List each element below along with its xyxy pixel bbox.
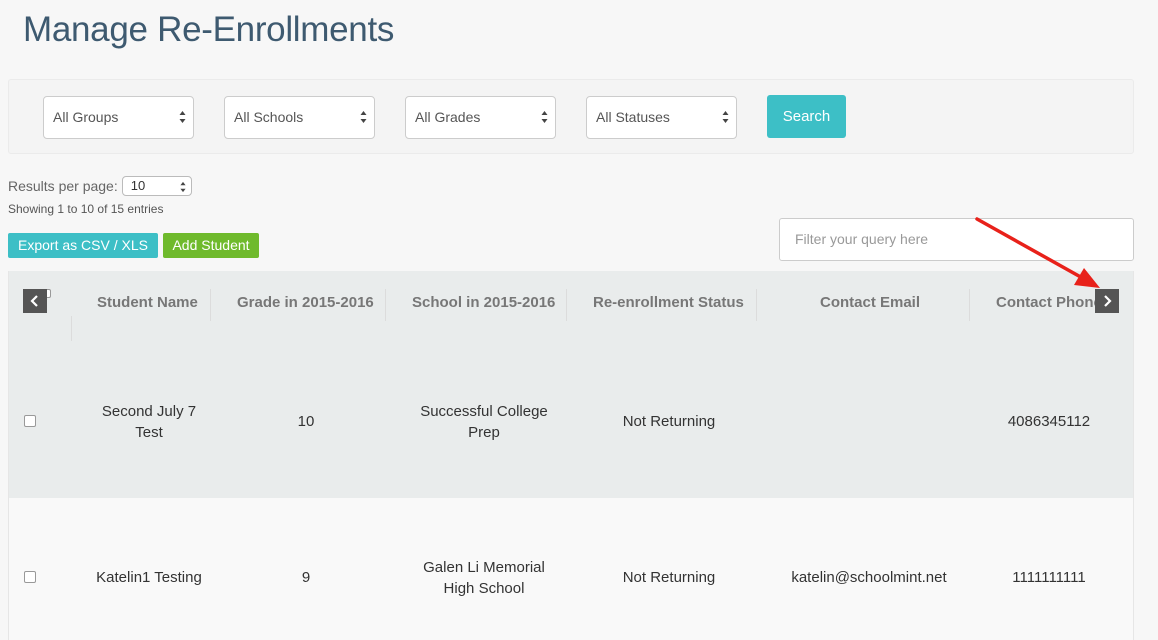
column-divider xyxy=(71,316,72,342)
filter-query-input[interactable]: Filter your query here xyxy=(779,218,1134,261)
column-divider xyxy=(756,289,757,321)
column-divider xyxy=(969,289,970,321)
add-student-button[interactable]: Add Student xyxy=(163,233,259,258)
student-name-cell: Second July 7 Test xyxy=(79,401,219,443)
statuses-select[interactable]: All Statuses xyxy=(586,96,737,139)
select-arrows-icon xyxy=(180,180,186,198)
scroll-left-button[interactable] xyxy=(23,289,47,313)
column-header-status[interactable]: Re-enrollment Status xyxy=(593,294,744,311)
page-title: Manage Re-Enrollments xyxy=(23,10,395,49)
phone-cell: 4086345112 xyxy=(1007,413,1091,430)
student-name-line: Test xyxy=(135,424,163,441)
chevron-left-icon xyxy=(30,295,38,307)
column-divider xyxy=(566,289,567,321)
status-cell: Not Returning xyxy=(622,413,716,430)
column-header-email[interactable]: Contact Email xyxy=(820,294,920,311)
results-per-page-select[interactable]: 10 xyxy=(121,176,192,198)
results-per-page-label: Results per page: xyxy=(8,178,118,194)
grade-cell: 10 xyxy=(297,413,315,430)
groups-select[interactable]: All Groups xyxy=(43,96,194,139)
school-line: High School xyxy=(443,580,525,597)
chevron-right-icon xyxy=(1104,295,1112,307)
school-line: Successful College xyxy=(420,403,548,420)
select-arrows-icon xyxy=(179,110,186,124)
school-cell: Galen Li Memorial High School xyxy=(399,557,569,599)
export-csv-button[interactable]: Export as CSV / XLS xyxy=(8,233,158,258)
grade-cell: 9 xyxy=(301,569,311,586)
column-header-phone[interactable]: Contact Phone xyxy=(996,294,1102,311)
row-checkbox[interactable] xyxy=(24,415,36,427)
email-cell: katelin@schoolmint.net xyxy=(791,569,947,586)
school-cell: Successful College Prep xyxy=(399,401,569,443)
select-arrows-icon xyxy=(360,110,367,124)
grades-select[interactable]: All Grades xyxy=(405,96,556,139)
results-per-page-value: 10 xyxy=(130,178,146,193)
statuses-select-value: All Statuses xyxy=(596,109,670,125)
student-name-line: Second July 7 xyxy=(101,403,197,420)
phone-cell: 1111111111 xyxy=(1012,569,1086,586)
select-arrows-icon xyxy=(541,110,548,124)
select-arrows-icon xyxy=(722,110,729,124)
table-row[interactable]: Katelin1 Testing 9 Galen Li Memorial Hig… xyxy=(9,498,1133,640)
status-cell: Not Returning xyxy=(622,569,716,586)
search-button[interactable]: Search xyxy=(767,95,846,138)
column-header-grade[interactable]: Grade in 2015-2016 xyxy=(237,294,374,311)
student-name-cell: Katelin1 Testing xyxy=(69,567,229,588)
row-checkbox[interactable] xyxy=(24,571,36,583)
enrollments-table: Student Name Grade in 2015-2016 School i… xyxy=(8,271,1134,640)
student-name-line: Katelin1 Testing xyxy=(96,569,202,586)
table-row[interactable]: Second July 7 Test 10 Successful College… xyxy=(9,341,1133,498)
column-header-school[interactable]: School in 2015-2016 xyxy=(412,294,555,311)
grades-select-value: All Grades xyxy=(415,109,481,125)
scroll-right-button[interactable] xyxy=(1095,289,1119,313)
showing-entries: Showing 1 to 10 of 15 entries xyxy=(8,202,164,216)
groups-select-value: All Groups xyxy=(53,109,119,125)
school-line: Prep xyxy=(468,424,500,441)
column-header-student-name[interactable]: Student Name xyxy=(97,294,198,311)
schools-select-value: All Schools xyxy=(234,109,304,125)
results-per-page: Results per page: 10 xyxy=(8,176,192,196)
school-line: Galen Li Memorial xyxy=(423,559,545,576)
column-divider xyxy=(385,289,386,321)
schools-select[interactable]: All Schools xyxy=(224,96,375,139)
filter-panel: All Groups All Schools All Grades All St… xyxy=(8,79,1134,154)
column-divider xyxy=(210,289,211,321)
